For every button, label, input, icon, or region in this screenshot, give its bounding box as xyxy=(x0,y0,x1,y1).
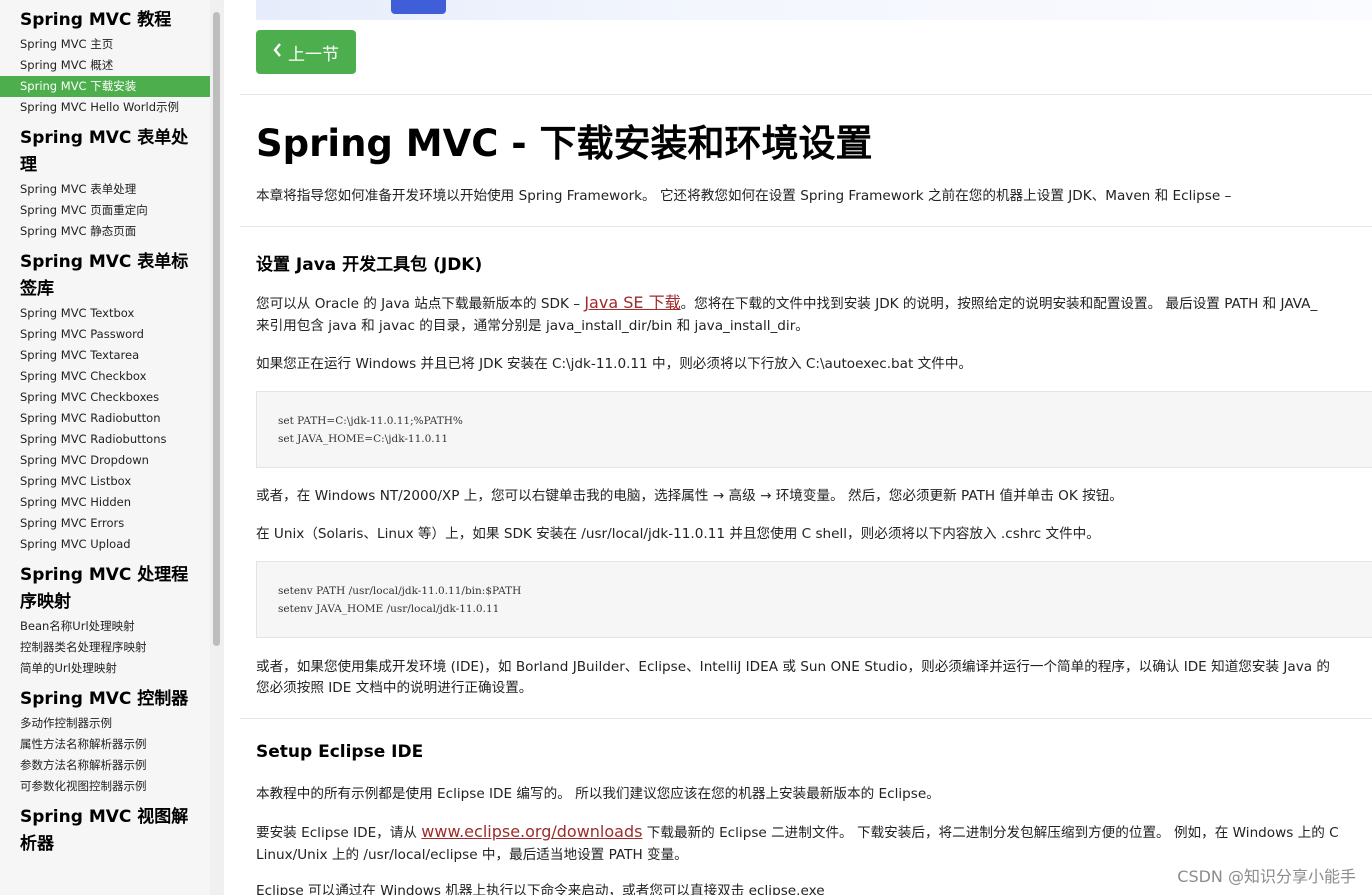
sidebar-groups: Spring MVC 教程 Spring MVC 主页 Spring MVC 概述 S… xyxy=(0,0,210,858)
divider xyxy=(240,94,1372,95)
sidebar-item[interactable]: Spring MVC Listbox xyxy=(0,471,210,492)
eclipse-p2-text: 要安装 Eclipse IDE，请从 xyxy=(256,825,422,841)
sidebar-item[interactable]: Spring MVC 概述 xyxy=(0,55,210,76)
jdk-paragraph-1-line2: 来引用包含 java 和 javac 的目录，通常分别是 java_instal… xyxy=(256,318,809,334)
sidebar-item[interactable]: Spring MVC Textbox xyxy=(0,303,210,324)
sidebar-group: Spring MVC 教程 Spring MVC 主页 Spring MVC 概述 S… xyxy=(0,7,210,118)
eclipse-paragraph-2: 要安装 Eclipse IDE，请从 www.eclipse.org/downl… xyxy=(256,821,1339,844)
sidebar-item[interactable]: Spring MVC 表单处理 xyxy=(0,179,210,200)
sidebar-item[interactable]: Spring MVC Radiobutton xyxy=(0,408,210,429)
sidebar-section-title: Spring MVC 表单处理 xyxy=(20,128,189,175)
scrollbar-thumb[interactable] xyxy=(213,12,220,646)
divider xyxy=(240,718,1372,719)
divider xyxy=(240,226,1372,227)
sidebar-scrollbar[interactable] xyxy=(210,0,224,895)
jdk-paragraph-4: 在 Unix（Solaris、Linux 等）上，如果 SDK 安装在 /usr… xyxy=(256,526,1100,542)
java-se-download-link[interactable]: Java SE 下载 xyxy=(584,293,680,312)
sidebar-item[interactable]: Spring MVC Checkbox xyxy=(0,366,210,387)
jdk-paragraph-1: 您可以从 Oracle 的 Java 站点下载最新版本的 SDK – Java … xyxy=(256,292,1317,315)
sidebar-group: Spring MVC 控制器多动作控制器示例 属性方法名称解析器示例 参数方法名称解… xyxy=(0,686,210,797)
sidebar-item[interactable]: 属性方法名称解析器示例 xyxy=(0,734,210,755)
sidebar-group: Spring MVC 表单处理 Spring MVC 表单处理 Spring MVC… xyxy=(0,125,210,242)
top-banner[interactable] xyxy=(256,0,1372,20)
main-content: 上一节 Spring MVC - 下载安装和环境设置 本章将指导您如何准备开发环… xyxy=(224,0,1372,895)
sidebar-section-title: Spring MVC 教程 xyxy=(20,10,172,30)
code-line: setenv PATH /usr/local/jdk-11.0.11/bin:$… xyxy=(278,585,522,597)
sidebar-item[interactable]: 参数方法名称解析器示例 xyxy=(0,755,210,776)
sidebar-item[interactable]: Spring MVC Hello World示例 xyxy=(0,97,210,118)
sidebar-item[interactable]: Spring MVC Hidden xyxy=(0,492,210,513)
eclipse-heading: Setup Eclipse IDE xyxy=(256,742,424,762)
sidebar-item[interactable]: Spring MVC Upload xyxy=(0,534,210,555)
sidebar-nav: Spring MVC 教程 Spring MVC 主页 Spring MVC 概述 S… xyxy=(0,0,210,895)
jdk-p1-text: 您可以从 Oracle 的 Java 站点下载最新版本的 SDK – xyxy=(256,296,585,312)
jdk-p1-text-after: 。您将在下载的文件中找到安装 JDK 的说明，按照给定的说明安装和配置设置。 最… xyxy=(680,296,1318,312)
sidebar-item[interactable]: 可参数化视图控制器示例 xyxy=(0,776,210,797)
sidebar-item[interactable]: Spring MVC Password xyxy=(0,324,210,345)
sidebar-item[interactable]: Spring MVC Textarea xyxy=(0,345,210,366)
jdk-heading: 设置 Java 开发工具包 (JDK) xyxy=(256,255,483,275)
code-line: set JAVA_HOME=C:\jdk-11.0.11 xyxy=(278,433,448,445)
jdk-paragraph-5-line2: 您必须按照 IDE 文档中的说明进行正确设置。 xyxy=(256,680,533,696)
previous-button-label: 上一节 xyxy=(288,44,339,65)
sidebar-item[interactable]: Spring MVC Checkboxes xyxy=(0,387,210,408)
eclipse-downloads-link[interactable]: www.eclipse.org/downloads xyxy=(421,822,642,841)
banner-image xyxy=(391,0,446,14)
sidebar-item[interactable]: Spring MVC 下载安装 xyxy=(0,76,210,97)
jdk-paragraph-3: 或者，在 Windows NT/2000/XP 上，您可以右键单击我的电脑，选择… xyxy=(256,488,1123,504)
sidebar-section-title: Spring MVC 处理程序映射 xyxy=(20,565,189,612)
code-block-windows: set PATH=C:\jdk-11.0.11;%PATH% set JAVA_… xyxy=(256,391,1372,468)
sidebar-section-title: Spring MVC 表单标签库 xyxy=(20,252,189,299)
eclipse-p2-text-after: 下载最新的 Eclipse 二进制文件。 下载安装后，将二进制分发包解压缩到方便… xyxy=(642,825,1339,841)
jdk-paragraph-5: 或者，如果您使用集成开发环境 (IDE)，如 Borland JBuilder、… xyxy=(256,659,1331,675)
page-title: Spring MVC - 下载安装和环境设置 xyxy=(256,122,873,165)
sidebar-group: Spring MVC 处理程序映射 Bean名称Url处理映射 控制器类名处理程序映… xyxy=(0,562,210,679)
sidebar-item[interactable]: Spring MVC 主页 xyxy=(0,34,210,55)
csdn-watermark: CSDN @知识分享小能手 xyxy=(1177,867,1356,886)
sidebar-item[interactable]: Spring MVC Dropdown xyxy=(0,450,210,471)
sidebar-group: Spring MVC 视图解析器 xyxy=(0,804,210,858)
chevron-left-icon xyxy=(273,42,282,62)
sidebar-item[interactable]: Bean名称Url处理映射 xyxy=(0,616,210,637)
sidebar-item[interactable]: Spring MVC 静态页面 xyxy=(0,221,210,242)
sidebar-section-title: Spring MVC 控制器 xyxy=(20,689,189,709)
code-line: set PATH=C:\jdk-11.0.11;%PATH% xyxy=(278,415,463,427)
sidebar-item[interactable]: Spring MVC Radiobuttons xyxy=(0,429,210,450)
jdk-paragraph-2: 如果您正在运行 Windows 并且已将 JDK 安装在 C:\jdk-11.0… xyxy=(256,356,973,372)
code-block-unix: setenv PATH /usr/local/jdk-11.0.11/bin:$… xyxy=(256,561,1372,638)
sidebar-item[interactable]: 简单的Url处理映射 xyxy=(0,658,210,679)
eclipse-paragraph-3: Eclipse 可以通过在 Windows 机器上执行以下命令来启动，或者您可以… xyxy=(256,883,825,895)
sidebar-item[interactable]: Spring MVC Errors xyxy=(0,513,210,534)
intro-paragraph: 本章将指导您如何准备开发环境以开始使用 Spring Framework。 它还… xyxy=(256,188,1232,204)
code-line: setenv JAVA_HOME /usr/local/jdk-11.0.11 xyxy=(278,603,500,615)
sidebar-item[interactable]: Spring MVC 页面重定向 xyxy=(0,200,210,221)
sidebar-group: Spring MVC 表单标签库 Spring MVC Textbox Spring… xyxy=(0,249,210,555)
eclipse-paragraph-2-line2: Linux/Unix 上的 /usr/local/eclipse 中，最后适当地… xyxy=(256,847,688,863)
eclipse-paragraph-1: 本教程中的所有示例都是使用 Eclipse IDE 编写的。 所以我们建议您应该… xyxy=(256,786,940,802)
sidebar-item[interactable]: 控制器类名处理程序映射 xyxy=(0,637,210,658)
sidebar-item[interactable]: 多动作控制器示例 xyxy=(0,713,210,734)
previous-section-button[interactable]: 上一节 xyxy=(256,30,356,74)
sidebar-section-title: Spring MVC 视图解析器 xyxy=(20,807,189,854)
